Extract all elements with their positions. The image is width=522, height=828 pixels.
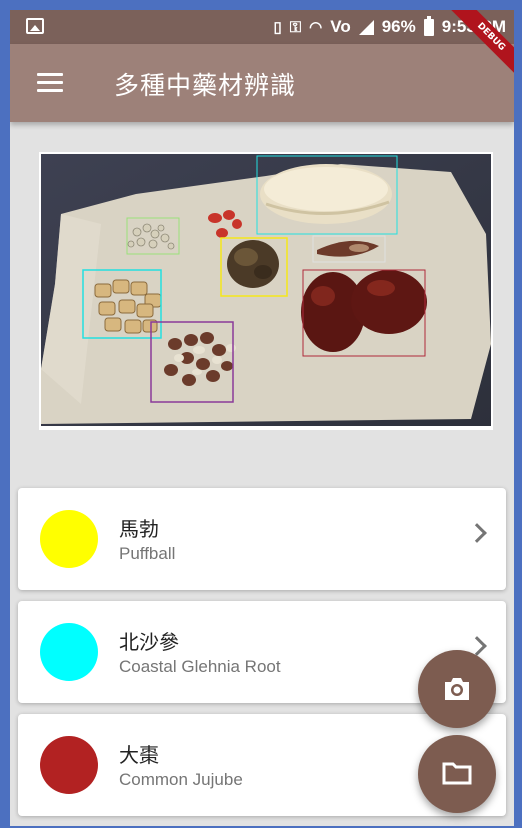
battery-percent: 96% (381, 17, 416, 36)
vpn-key-icon: ⚿ (289, 18, 302, 36)
cell-signal-icon (358, 19, 374, 35)
item-name-zh: 馬勃 (119, 517, 159, 541)
camera-button[interactable] (418, 650, 496, 728)
item-name-en: Coastal Glehnia Root (119, 657, 281, 676)
page-title: 多種中藥材辨識 (114, 71, 297, 100)
app-bar: 多種中藥材辨識 (10, 44, 514, 122)
color-indicator (40, 736, 98, 794)
color-indicator (40, 623, 98, 681)
folder-icon (442, 762, 472, 785)
item-name-en: Puffball (119, 544, 176, 563)
herb-photo (41, 154, 491, 426)
gallery-notification-icon (26, 18, 44, 34)
status-bar: ▯ ⚿ ◠ Vo 96% 9:53 PM (10, 10, 514, 44)
item-name-zh: 大棗 (119, 743, 159, 767)
color-indicator (40, 510, 98, 568)
vibrate-icon: ▯ (273, 19, 282, 36)
sliced-root (260, 164, 392, 224)
wifi-icon: ◠ (309, 19, 323, 36)
list-item[interactable]: 馬勃 Puffball (18, 488, 506, 590)
detection-result-image (39, 152, 493, 430)
chevron-right-icon (467, 523, 487, 543)
battery-icon (423, 15, 434, 36)
item-name-en: Common Jujube (119, 770, 243, 789)
phone-screen: ▯ ⚿ ◠ Vo 96% 9:53 PM 多種中藥材辨識 DEBUG (10, 10, 514, 826)
puffball (227, 240, 279, 288)
gallery-button[interactable] (418, 735, 496, 813)
volte-label: Vo (330, 17, 351, 36)
camera-icon (445, 678, 469, 700)
item-name-zh: 北沙參 (119, 630, 179, 654)
menu-icon[interactable] (37, 73, 63, 93)
